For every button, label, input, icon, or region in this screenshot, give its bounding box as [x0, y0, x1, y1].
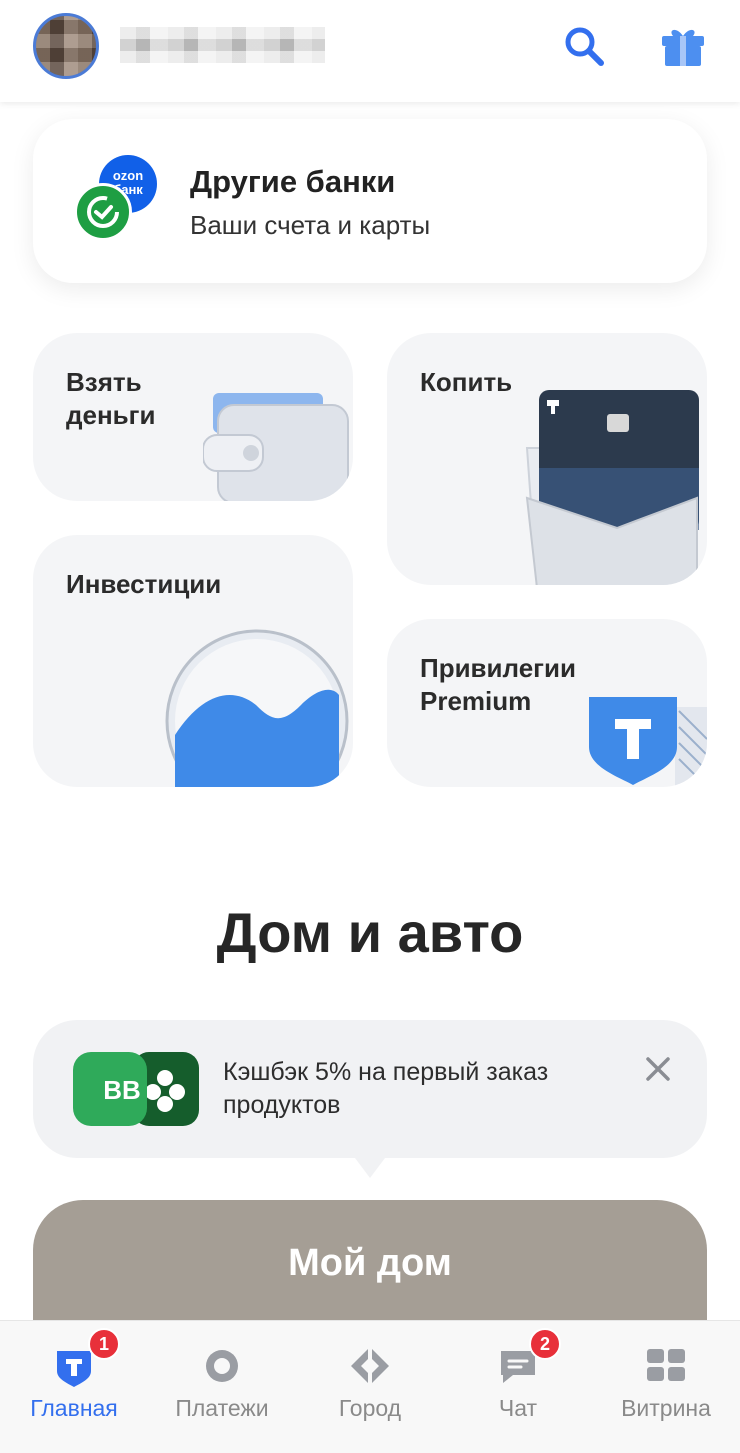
nav-item-home[interactable]: 1 Главная — [0, 1321, 148, 1453]
tile-save-label: Копить — [420, 367, 513, 397]
city-icon — [351, 1347, 389, 1385]
username-blurred[interactable] — [120, 27, 325, 63]
cashback-promo-banner[interactable]: ВВ Кэшбэк 5% на первый заказ продуктов — [33, 1020, 707, 1158]
nav-label-payments: Платежи — [175, 1395, 269, 1421]
my-home-title: Мой дом — [288, 1242, 452, 1284]
other-banks-card[interactable]: ozon банк Другие банки Ваши счета и карт… — [33, 119, 707, 283]
other-banks-title: Другие банки — [190, 164, 396, 199]
tile-save[interactable]: Копить — [387, 333, 707, 585]
vkusvill-logo-text: ВВ — [103, 1075, 141, 1105]
nav-label-chat: Чат — [498, 1395, 538, 1421]
search-icon[interactable] — [562, 24, 606, 68]
tile-premium-label: Привилегии Premium — [420, 653, 576, 716]
investments-coin-icon — [165, 629, 349, 787]
tile-investments-label: Инвестиции — [66, 569, 222, 599]
nav-label-city: Город — [338, 1395, 402, 1421]
close-icon[interactable] — [645, 1056, 671, 1082]
home-badge: 1 — [88, 1328, 120, 1360]
gift-icon[interactable] — [660, 24, 706, 68]
tile-borrow-money-label: Взять деньги — [66, 367, 156, 430]
wallet-icon — [203, 393, 349, 501]
avatar[interactable] — [33, 13, 99, 79]
tile-premium[interactable]: Привилегии Premium — [387, 619, 707, 787]
sber-logo — [74, 183, 132, 241]
nav-item-payments[interactable]: Платежи — [148, 1321, 296, 1453]
card-in-pocket-icon — [525, 390, 699, 585]
nav-label-showcase: Витрина — [621, 1395, 711, 1421]
tile-borrow-money[interactable]: Взять деньги — [33, 333, 353, 501]
bottom-nav: 1 Главная Платежи Город 2 Чат Витрина — [0, 1320, 740, 1453]
top-header — [0, 0, 740, 102]
payments-icon — [206, 1350, 238, 1382]
premium-shield-icon — [589, 697, 707, 787]
other-banks-subtitle: Ваши счета и карты — [190, 210, 431, 240]
tile-investments[interactable]: Инвестиции — [33, 535, 353, 787]
nav-item-showcase[interactable]: Витрина — [592, 1321, 740, 1453]
nav-item-chat[interactable]: 2 Чат — [444, 1321, 592, 1453]
check-icon — [87, 196, 119, 228]
nav-label-home: Главная — [30, 1395, 118, 1421]
promo-text: Кэшбэк 5% на первый заказ продуктов — [223, 1058, 549, 1119]
promo-pointer — [352, 1154, 388, 1178]
nav-item-city[interactable]: Город — [296, 1321, 444, 1453]
chat-badge: 2 — [529, 1328, 561, 1360]
showcase-grid-icon — [647, 1349, 685, 1381]
section-title-home-auto: Дом и авто — [216, 901, 524, 964]
